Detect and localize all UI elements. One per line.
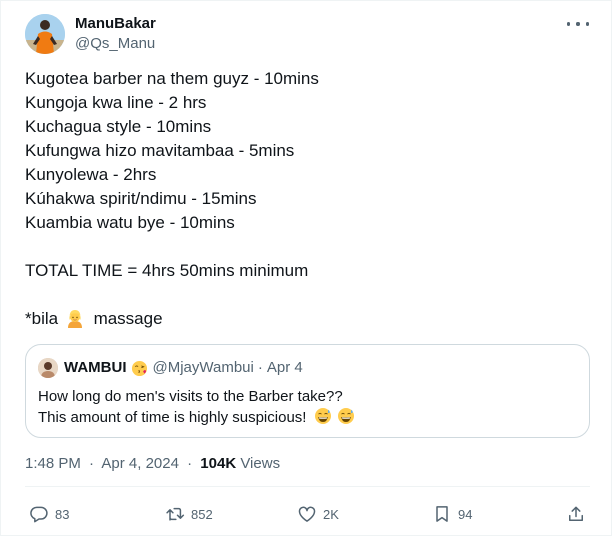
reply-icon <box>29 504 49 524</box>
quoted-tweet[interactable]: WAMBUI @MjayWambui · Apr 4 How long do m… <box>25 344 590 438</box>
quoted-meta-separator: · <box>257 359 263 376</box>
repost-button[interactable]: 852 <box>165 499 213 529</box>
author-avatar[interactable] <box>25 14 65 54</box>
action-bar: 83 852 2K 94 <box>21 499 596 529</box>
bookmark-button[interactable]: 94 <box>432 499 472 529</box>
quoted-line: How long do men's visits to the Barber t… <box>38 388 343 405</box>
quoted-line: This amount of time is highly suspicious… <box>38 409 307 426</box>
grinning-sweat-face-icon <box>337 407 355 431</box>
share-button[interactable] <box>566 499 586 529</box>
quoted-author-handle: @MjayWambui <box>152 359 254 376</box>
face-blowing-kiss-icon <box>131 360 148 377</box>
tweet-footnote: *bila massage <box>25 307 585 331</box>
footnote-prefix: *bila <box>25 309 59 328</box>
author-handle[interactable]: @Qs_Manu <box>75 34 156 53</box>
tweet-total-line: TOTAL TIME = 4hrs 50mins minimum <box>25 261 309 280</box>
quoted-line-with-emoji: This amount of time is highly suspicious… <box>38 407 355 428</box>
quoted-tweet-text: How long do men's visits to the Barber t… <box>38 386 355 428</box>
like-count: 2K <box>323 506 339 522</box>
more-options-icon[interactable] <box>567 15 589 33</box>
tweet-card: ManuBakar @Qs_Manu Kugotea barber na the… <box>0 0 612 536</box>
tweet-line: Kúhakwa spirit/ndimu - 15mins <box>25 189 257 208</box>
author-display-name[interactable]: ManuBakar <box>75 14 156 33</box>
person-blond-hair-icon <box>65 308 85 335</box>
reply-button[interactable]: 83 <box>29 499 69 529</box>
quoted-author-name: WAMBUI <box>64 359 127 376</box>
author-block: ManuBakar @Qs_Manu <box>75 14 156 53</box>
divider <box>25 486 590 487</box>
quoted-date: Apr 4 <box>266 359 303 376</box>
reply-count: 83 <box>55 506 70 522</box>
bookmark-icon <box>432 504 452 524</box>
tweet-line: Kungoja kwa line - 2 hrs <box>25 93 207 112</box>
quoted-author-avatar <box>38 358 58 378</box>
tweet-date[interactable]: Apr 4, 2024 <box>101 455 179 472</box>
like-button[interactable]: 2K <box>297 499 339 529</box>
footnote-suffix: massage <box>93 309 163 328</box>
meta-separator: · <box>89 455 95 472</box>
tweet-time[interactable]: 1:48 PM <box>25 455 81 472</box>
grinning-sweat-face-icon <box>314 407 332 431</box>
tweet-text: Kugotea barber na them guyz - 10mins Kun… <box>25 67 585 331</box>
heart-icon <box>297 504 317 524</box>
bookmark-count: 94 <box>458 506 473 522</box>
tweet-line: Kugotea barber na them guyz - 10mins <box>25 69 319 88</box>
tweet-meta: 1:48 PM · Apr 4, 2024 · 104K Views <box>25 454 280 474</box>
tweet-line: Kuambia watu bye - 10mins <box>25 213 235 232</box>
meta-separator: · <box>187 455 193 472</box>
tweet-line: Kufungwa hizo mavitambaa - 5mins <box>25 141 295 160</box>
views-count[interactable]: 104K <box>200 455 236 472</box>
quoted-tweet-header: WAMBUI @MjayWambui · Apr 4 <box>38 358 303 378</box>
repost-icon <box>165 504 185 524</box>
tweet-line: Kuchagua style - 10mins <box>25 117 212 136</box>
views-label: Views <box>240 455 281 472</box>
share-icon <box>566 504 586 524</box>
tweet-line: Kunyolewa - 2hrs <box>25 165 157 184</box>
repost-count: 852 <box>191 506 213 522</box>
